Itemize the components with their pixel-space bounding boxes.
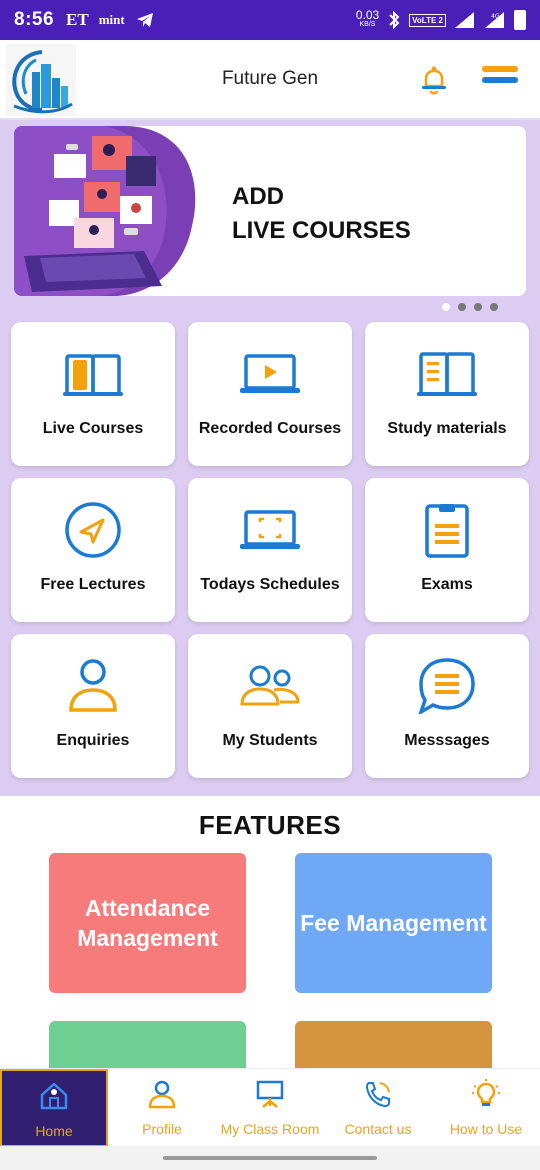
status-time: 8:56 bbox=[14, 9, 55, 30]
tile-label: Recorded Courses bbox=[198, 420, 342, 437]
attendance-management-card[interactable]: Attendance Management bbox=[49, 853, 246, 993]
tile-free-lectures[interactable]: Free Lectures bbox=[11, 478, 175, 622]
pagination-dot[interactable] bbox=[442, 303, 450, 311]
tile-recorded-courses[interactable]: Recorded Courses bbox=[188, 322, 352, 466]
tile-label: Study materials bbox=[387, 420, 507, 437]
tile-my-students[interactable]: My Students bbox=[188, 634, 352, 778]
send-circle-icon bbox=[65, 502, 121, 558]
banner-line-2: LIVE COURSES bbox=[232, 217, 411, 244]
tile-label: Messsages bbox=[404, 732, 490, 749]
tile-label: Todays Schedules bbox=[200, 576, 340, 593]
users-icon bbox=[240, 665, 300, 706]
tile-label: Enquiries bbox=[56, 732, 130, 749]
et-notification-icon: ET bbox=[66, 10, 89, 29]
tile-live-courses[interactable]: Live Courses bbox=[11, 322, 175, 466]
signal-4g-icon: 4G bbox=[485, 12, 504, 28]
user-icon bbox=[69, 659, 117, 712]
nav-label: My Class Room bbox=[220, 1121, 320, 1137]
laptop-play-icon bbox=[240, 354, 300, 393]
tile-label: My Students bbox=[222, 732, 318, 749]
app-title: Future Gen bbox=[221, 68, 319, 89]
tile-exams[interactable]: Exams bbox=[365, 478, 529, 622]
nav-profile[interactable]: Profile bbox=[108, 1069, 216, 1147]
bluetooth-icon bbox=[389, 10, 400, 30]
tile-label: Live Courses bbox=[42, 420, 144, 437]
open-book-icon bbox=[63, 354, 123, 396]
signal-icon bbox=[455, 12, 474, 28]
banner-text: ADD LIVE COURSES bbox=[232, 180, 411, 248]
nav-my-class-room[interactable]: My Class Room bbox=[216, 1069, 324, 1147]
laptop-frame-icon bbox=[240, 510, 300, 549]
pagination-dot[interactable] bbox=[474, 303, 482, 311]
features-heading: FEATURES bbox=[198, 810, 342, 840]
volte-icon: VoLTE 2 bbox=[409, 13, 446, 27]
telegram-icon bbox=[136, 13, 153, 27]
nav-how-to-use[interactable]: How to Use bbox=[432, 1069, 540, 1147]
bulb-icon bbox=[472, 1079, 500, 1106]
pagination-dot[interactable] bbox=[490, 303, 498, 311]
tile-label: Exams bbox=[421, 576, 473, 593]
tile-enquiries[interactable]: Enquiries bbox=[11, 634, 175, 778]
banner-illustration bbox=[14, 126, 196, 296]
home-indicator[interactable] bbox=[163, 1156, 377, 1160]
promo-banner[interactable]: ADD LIVE COURSES bbox=[14, 126, 526, 296]
system-home-bar bbox=[0, 1146, 540, 1170]
tile-todays-schedules[interactable]: Todays Schedules bbox=[188, 478, 352, 622]
chat-bubble-icon bbox=[418, 658, 475, 714]
nav-contact-us[interactable]: Contact us bbox=[324, 1069, 432, 1147]
dashboard-area: ADD LIVE COURSES Live Courses Recorded C… bbox=[0, 120, 540, 796]
status-bar: 8:56 ET mint 0.03 KB/S VoLTE 2 4G bbox=[0, 0, 540, 40]
book-notes-icon bbox=[417, 352, 477, 396]
tile-label: Free Lectures bbox=[40, 576, 146, 593]
mint-notification-icon: mint bbox=[98, 12, 125, 27]
clipboard-icon bbox=[425, 504, 469, 558]
battery-icon bbox=[514, 10, 526, 30]
nav-label: How to Use bbox=[449, 1121, 523, 1137]
app-header: Future Gen bbox=[0, 40, 540, 120]
nav-label: Home bbox=[35, 1123, 73, 1139]
fee-management-card[interactable]: Fee Management bbox=[295, 853, 492, 993]
classroom-icon bbox=[256, 1080, 284, 1108]
banner-line-1: ADD bbox=[232, 183, 284, 210]
bottom-navigation: Home Profile My Class Room Contact us Ho… bbox=[0, 1068, 540, 1147]
tile-study-materials[interactable]: Study materials bbox=[365, 322, 529, 466]
profile-icon bbox=[148, 1080, 176, 1109]
home-icon bbox=[40, 1082, 68, 1110]
menu-icon[interactable] bbox=[482, 66, 518, 96]
nav-label: Profile bbox=[142, 1121, 182, 1137]
phone-icon bbox=[365, 1082, 390, 1108]
network-speed: 0.03 KB/S bbox=[355, 8, 380, 28]
tile-messages[interactable]: Messsages bbox=[365, 634, 529, 778]
pagination-dot[interactable] bbox=[458, 303, 466, 311]
banner-pagination bbox=[442, 303, 498, 311]
nav-label: Contact us bbox=[344, 1121, 412, 1137]
svg-text:4G: 4G bbox=[491, 13, 500, 20]
bell-icon[interactable] bbox=[418, 64, 450, 96]
nav-home[interactable]: Home bbox=[0, 1069, 108, 1147]
